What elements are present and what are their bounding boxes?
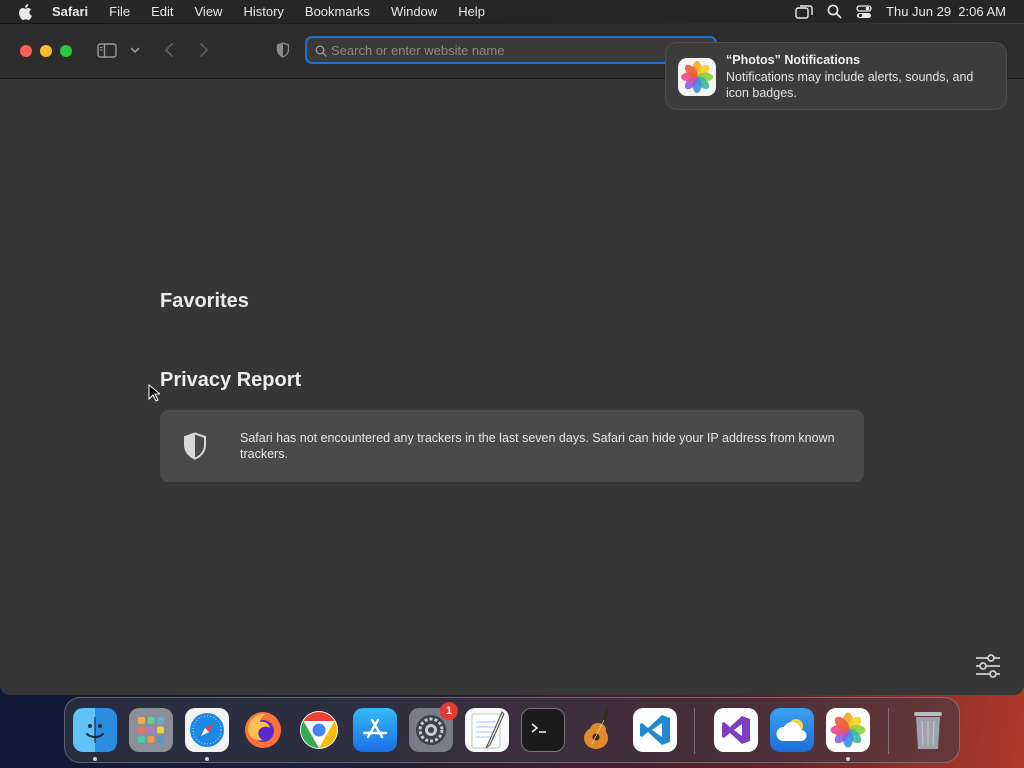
dock-photos-running-dot: [846, 757, 850, 761]
chevron-down-icon[interactable]: [129, 44, 141, 56]
dock-textedit-icon[interactable]: [465, 708, 509, 752]
dock-finder-icon[interactable]: [73, 708, 117, 752]
forward-icon[interactable]: [195, 41, 213, 59]
notification-title: “Photos” Notifications: [726, 53, 861, 67]
dock-safari-running-dot: [205, 757, 209, 761]
minimize-button[interactable]: [40, 45, 52, 57]
dock-finder-running-dot: [93, 757, 97, 761]
dock-firefox-icon[interactable]: [241, 708, 285, 752]
menu-window[interactable]: Window: [391, 4, 437, 19]
favorites-title: Favorites: [160, 290, 249, 312]
menu-view[interactable]: View: [195, 4, 223, 19]
menu-history[interactable]: History: [243, 4, 283, 19]
control-center-icon[interactable]: [856, 4, 872, 19]
back-icon[interactable]: [160, 41, 178, 59]
mouse-cursor-icon: [148, 383, 162, 407]
dock-terminal-icon[interactable]: [521, 708, 565, 752]
safari-window: Favorites Privacy Report Safari has not …: [0, 24, 1024, 695]
address-bar[interactable]: [305, 36, 717, 64]
dock-photos-icon[interactable]: [826, 708, 870, 752]
dock-chrome-icon[interactable]: [297, 708, 341, 752]
notification-body: Notifications may include alerts, sounds…: [726, 70, 974, 100]
dock-app-store-icon[interactable]: [353, 708, 397, 752]
dock-weather-icon[interactable]: [770, 708, 814, 752]
dock-safari-icon[interactable]: [185, 708, 229, 752]
menubar-clock[interactable]: Thu Jun 29 2:06 AM: [886, 4, 1006, 19]
settings-badge: 1: [440, 702, 458, 720]
privacy-report-title: Privacy Report: [160, 369, 302, 391]
photos-app-icon: [678, 58, 716, 96]
menu-bar: Safari File Edit View History Bookmarks …: [0, 0, 1024, 23]
dock-trash-icon[interactable]: [906, 708, 950, 752]
menu-edit[interactable]: Edit: [151, 4, 173, 19]
shield-icon: [183, 432, 207, 465]
address-input[interactable]: [331, 41, 711, 59]
apple-icon[interactable]: [18, 3, 36, 21]
menu-bookmarks[interactable]: Bookmarks: [305, 4, 370, 19]
spotlight-search-icon[interactable]: [827, 4, 842, 19]
customize-icon[interactable]: [974, 654, 1002, 683]
privacy-shield-icon[interactable]: [274, 41, 292, 59]
sidebar-icon[interactable]: [96, 41, 118, 59]
privacy-report-card[interactable]: Safari has not encountered any trackers …: [160, 410, 864, 482]
privacy-report-text: Safari has not encountered any trackers …: [240, 431, 835, 461]
close-button[interactable]: [20, 45, 32, 57]
magnifier-icon: [315, 44, 327, 62]
screen-mirroring-icon[interactable]: [795, 4, 813, 19]
dock-separator: [888, 708, 889, 754]
zoom-button[interactable]: [60, 45, 72, 57]
menu-file[interactable]: File: [109, 4, 130, 19]
dock-vscode-icon[interactable]: [633, 708, 677, 752]
dock-garageband-icon[interactable]: [577, 708, 621, 752]
photos-notification[interactable]: “Photos” Notifications Notifications may…: [665, 42, 1007, 110]
menu-help[interactable]: Help: [458, 4, 485, 19]
dock-separator: [694, 708, 695, 754]
dock-visual-studio-icon[interactable]: [714, 708, 758, 752]
dock-launchpad-icon[interactable]: [129, 708, 173, 752]
menu-safari[interactable]: Safari: [52, 4, 88, 19]
